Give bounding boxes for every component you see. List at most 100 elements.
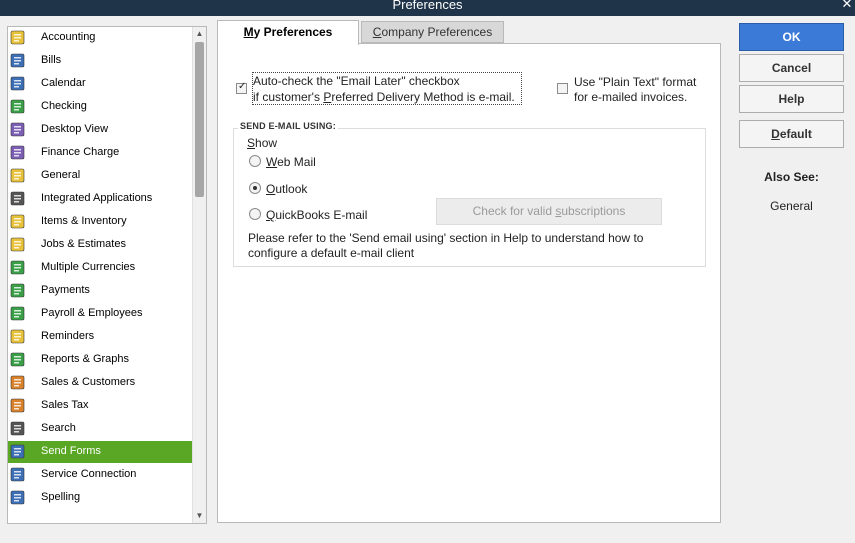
desktop-view-icon [10,121,28,139]
close-icon[interactable]: ✕ [841,0,853,12]
scroll-down-icon[interactable]: ▼ [193,509,206,523]
sales-customers-icon [10,374,28,392]
bills-icon [10,52,28,70]
scroll-thumb[interactable] [195,42,204,197]
sidebar-item-general[interactable]: General [8,165,193,187]
multiple-currencies-icon [10,259,28,277]
auto-check-label-line1: Auto-check the "Email Later" checkbox [253,74,460,88]
payments-icon [10,282,28,300]
radio-selected-dot [253,186,257,190]
sidebar-item-spelling[interactable]: Spelling [8,487,193,509]
sidebar-item-label: Jobs & Estimates [41,238,126,250]
reminders-icon [10,328,28,346]
sidebar-item-sales-tax[interactable]: Sales Tax [8,395,193,417]
quickbooks-email-label[interactable]: QuickBooks E-mail [266,208,367,222]
sidebar-item-finance-charge[interactable]: Finance Charge [8,142,193,164]
web-mail-radio[interactable] [249,155,261,167]
sidebar-item-label: General [41,169,81,181]
sidebar-item-reports-graphs[interactable]: Reports & Graphs [8,349,193,371]
finance-charge-icon [10,144,28,162]
reports-graphs-icon [10,351,28,369]
sidebar-item-label: Sales Tax [41,399,89,411]
sidebar-item-label: Reminders [41,330,95,342]
accounting-icon [10,29,28,47]
preferences-panel [217,43,721,523]
outlook-label[interactable]: Outlook [266,182,307,196]
window-title: Preferences [392,0,463,12]
sidebar-scrollbar[interactable]: ▲ ▼ [192,27,206,523]
sidebar-item-service-connection[interactable]: Service Connection [8,464,193,486]
plain-text-format-checkbox[interactable] [557,83,568,94]
auto-check-label-line2: if customer's Preferred Delivery Method … [253,90,515,104]
auto-check-email-later-checkbox[interactable]: ✓ [236,81,247,94]
sidebar-item-items-inventory[interactable]: Items & Inventory [8,211,193,233]
items-inventory-icon [10,213,28,231]
sidebar-item-sales-customers[interactable]: Sales & Customers [8,372,193,394]
sidebar-item-payments[interactable]: Payments [8,280,193,302]
sidebar-item-label: Items & Inventory [41,215,127,227]
also-see-general-link[interactable]: General [739,199,844,213]
sidebar-item-label: Integrated Applications [41,192,153,204]
sidebar-item-jobs-estimates[interactable]: Jobs & Estimates [8,234,193,256]
sidebar-item-label: Sales & Customers [41,376,136,388]
tab-company-preferences[interactable]: Company Preferences [361,21,504,43]
payroll-employees-icon [10,305,28,323]
sidebar-item-bills[interactable]: Bills [8,50,193,72]
sidebar-item-label: Spelling [41,491,81,503]
calendar-icon [10,75,28,93]
also-see-heading: Also See: [764,170,819,184]
jobs-estimates-icon [10,236,28,254]
checking-icon [10,98,28,116]
general-icon [10,167,28,185]
show-label: Show [247,136,278,150]
sidebar-item-label: Reports & Graphs [41,353,130,365]
sidebar-item-calendar[interactable]: Calendar [8,73,193,95]
outlook-radio[interactable] [249,182,261,194]
sidebar-item-label: Payroll & Employees [41,307,143,319]
tab-company-label: ompany Preferences [381,25,493,39]
tab-my-mnemonic: M [243,25,254,39]
sidebar-item-label: Desktop View [41,123,109,135]
sidebar-item-label: Payments [41,284,90,296]
integrated-applications-icon [10,190,28,208]
sidebar-item-integrated-applications[interactable]: Integrated Applications [8,188,193,210]
check-valid-subscriptions-button: Check for valid subscriptions [436,198,662,225]
default-button[interactable]: Default [739,120,844,148]
sidebar-item-label: Finance Charge [41,146,120,158]
plain-text-label-line2: for e-mailed invoices. [574,90,688,104]
sidebar-item-checking[interactable]: Checking [8,96,193,118]
sidebar-item-send-forms[interactable]: Send Forms [8,441,193,463]
sidebar-item-label: Multiple Currencies [41,261,136,273]
sidebar-item-search[interactable]: Search [8,418,193,440]
sidebar-item-label: Service Connection [41,468,137,480]
tab-my-preferences[interactable]: My Preferences [217,20,359,45]
quickbooks-email-radio[interactable] [249,208,261,220]
web-mail-label[interactable]: Web Mail [266,155,316,169]
sidebar-item-multiple-currencies[interactable]: Multiple Currencies [8,257,193,279]
sidebar-item-accounting[interactable]: Accounting [8,27,193,49]
service-connection-icon [10,466,28,484]
send-forms-icon [10,443,28,461]
sidebar-item-label: Accounting [41,31,96,43]
send-email-legend: SEND E-MAIL USING: [238,121,338,131]
preferences-category-list[interactable]: Accounting Bills Calendar Checking Desktop V… [7,26,207,524]
sidebar-item-reminders[interactable]: Reminders [8,326,193,348]
plain-text-label-line1: Use "Plain Text" format [574,75,697,89]
sidebar-item-label: Bills [41,54,62,66]
sidebar-item-desktop-view[interactable]: Desktop View [8,119,193,141]
send-email-note-line1: Please refer to the 'Send email using' s… [248,231,644,245]
sidebar-item-payroll-employees[interactable]: Payroll & Employees [8,303,193,325]
cancel-button[interactable]: Cancel [739,54,844,82]
help-button[interactable]: Help [739,85,844,113]
sidebar-item-label: Calendar [41,77,86,89]
ok-button[interactable]: OK [739,23,844,51]
sales-tax-icon [10,397,28,415]
sidebar-item-label: Checking [41,100,87,112]
tab-my-label: y Preferences [253,25,333,39]
sidebar-item-label: Send Forms [41,445,101,457]
scroll-up-icon[interactable]: ▲ [193,27,206,41]
title-bar: Preferences ✕ [0,0,855,16]
send-email-note-line2: configure a default e-mail client [248,246,415,260]
checkmark-icon: ✓ [238,81,247,92]
spelling-icon [10,489,28,507]
